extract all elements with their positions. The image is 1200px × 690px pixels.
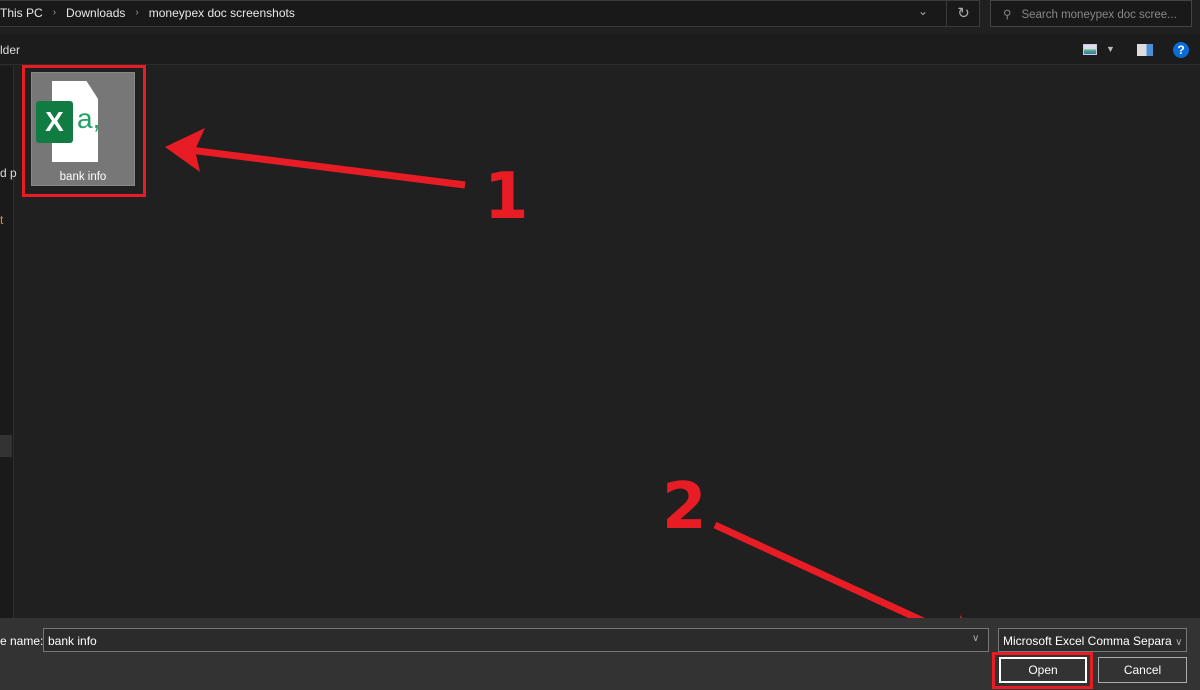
- annotation-arrows: [165, 128, 990, 655]
- step-2-label: 2: [662, 470, 707, 544]
- chevron-down-icon[interactable]: ∨: [972, 633, 979, 644]
- file-name-label: e name:: [0, 634, 44, 648]
- arrow-1-line: [189, 146, 466, 189]
- file-type-value: Microsoft Excel Comma Separa: [1003, 634, 1172, 648]
- file-name-input[interactable]: bank info: [43, 628, 989, 652]
- chevron-down-icon: ∨: [1175, 637, 1183, 648]
- highlight-box: [992, 652, 1093, 689]
- cancel-button[interactable]: Cancel: [1098, 657, 1187, 683]
- file-type-select[interactable]: Microsoft Excel Comma Separa ∨: [998, 628, 1187, 652]
- step-1-label: 1: [484, 160, 529, 234]
